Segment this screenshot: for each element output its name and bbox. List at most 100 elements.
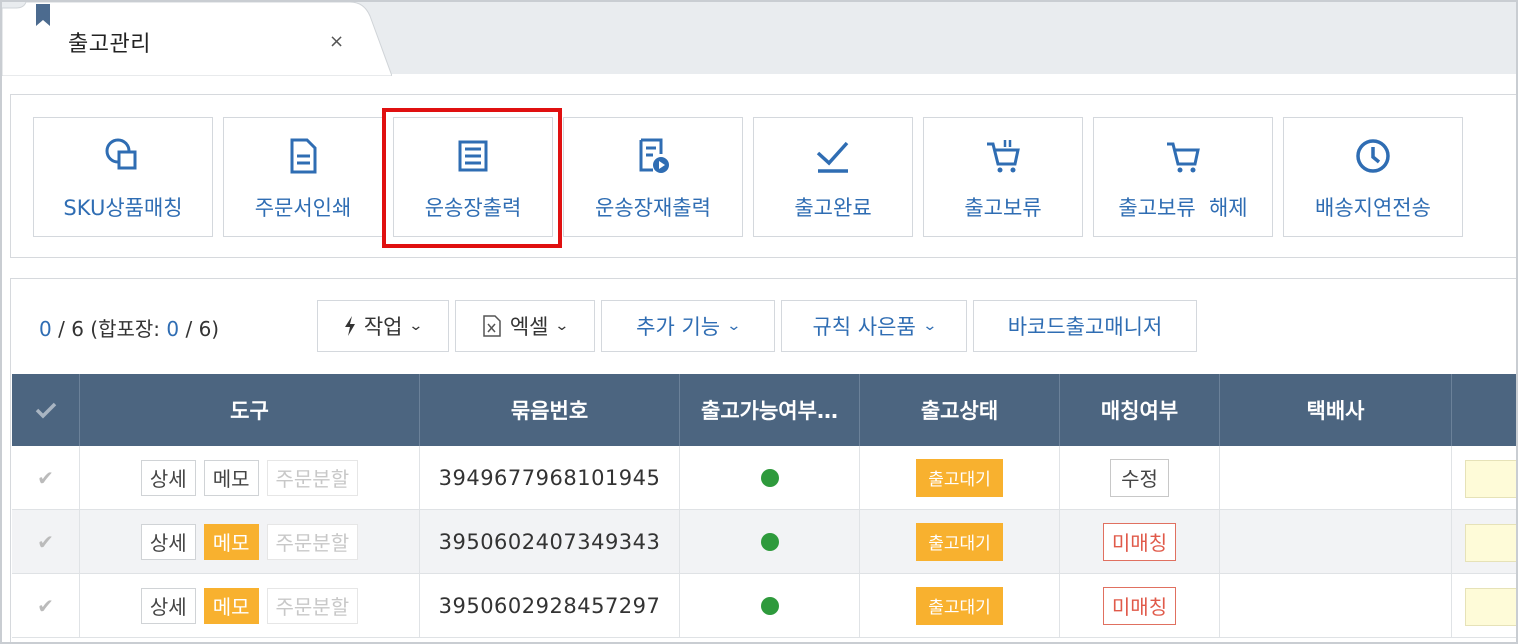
check-icon <box>816 141 849 173</box>
column-header-courier[interactable]: 택배사 <box>1220 374 1452 446</box>
status-badge: 출고대기 <box>916 586 1003 625</box>
checkmark-icon: ✔ <box>37 465 54 490</box>
lightning-icon <box>344 316 355 336</box>
bundle-number-cell: 3949677968101945 <box>420 446 680 509</box>
extra-features-label: 추가 기능 <box>636 315 721 339</box>
detail-button[interactable]: 상세 <box>140 523 196 560</box>
bundle-number: 3950602407349343 <box>438 529 661 554</box>
tab-title: 출고관리 <box>68 32 151 57</box>
bundle-number-cell: 3950602407349343 <box>420 510 680 573</box>
waybill-reprint-label: 운송장재출력 <box>595 196 711 220</box>
sku-match-icon <box>105 138 137 170</box>
shippable-cell <box>680 510 860 573</box>
courier-cell <box>1220 574 1452 637</box>
tab-outbound-management[interactable]: 출고관리 × <box>2 2 392 76</box>
extra-input[interactable] <box>1465 524 1516 562</box>
waybill-reprint-icon <box>639 138 669 173</box>
merge-selected-count: 0 <box>166 317 180 341</box>
rule-gift-dropdown-button[interactable]: 규칙 사은품 ⌄ <box>781 300 967 352</box>
split-order-button[interactable]: 주문분할 <box>266 587 359 624</box>
matching-cell: 수정 <box>1060 446 1220 509</box>
courier-cell <box>1220 446 1452 509</box>
total-count: 6 <box>71 317 84 341</box>
matching-cell: 미매칭 <box>1060 510 1220 573</box>
clock-icon <box>1356 139 1390 173</box>
extra-input[interactable] <box>1465 588 1516 626</box>
courier-cell <box>1220 510 1452 573</box>
unmatched-badge[interactable]: 미매칭 <box>1102 586 1177 625</box>
outbound-complete-label: 출고완료 <box>794 196 872 220</box>
outbound-hold-button[interactable]: 출고보류 <box>923 117 1083 237</box>
column-header-extra[interactable] <box>1452 374 1516 446</box>
merge-slash: / <box>179 317 199 341</box>
toolbar-panel: SKU상품매칭 주문서인쇄 운송장출력 운송장재출력 출고완료 출고보류 출고보… <box>10 94 1516 258</box>
checkmark-icon <box>35 402 56 419</box>
memo-button[interactable]: 메모 <box>203 523 259 560</box>
counter-slash: / <box>51 317 72 341</box>
memo-button[interactable]: 메모 <box>203 459 259 496</box>
row-checkbox[interactable]: ✔ <box>12 510 80 573</box>
column-header-bundle-number[interactable]: 묶음번호 <box>420 374 680 446</box>
row-checkbox[interactable]: ✔ <box>12 574 80 637</box>
bookmark-icon <box>36 4 50 26</box>
available-dot-icon <box>760 596 779 615</box>
barcode-manager-label: 바코드출고매니저 <box>1007 315 1163 339</box>
merge-total-count: 6) <box>198 317 220 341</box>
excel-dropdown-button[interactable]: 엑셀 ⌄ <box>455 300 595 352</box>
status-cell: 출고대기 <box>860 446 1060 509</box>
outbound-hold-release-button[interactable]: 출고보류 해제 <box>1093 117 1273 237</box>
bundle-number: 3950602928457297 <box>438 593 661 618</box>
waybill-reprint-button[interactable]: 운송장재출력 <box>563 117 743 237</box>
detail-button[interactable]: 상세 <box>140 459 196 496</box>
column-header-shippable[interactable]: 출고가능여부… <box>680 374 860 446</box>
table-row[interactable]: ✔ 상세 메모 주문분할 3950602928457297 출고대기 미매칭 <box>12 574 1516 638</box>
tab-strip: 출고관리 × <box>2 2 1516 76</box>
sku-match-label: SKU상품매칭 <box>63 196 183 220</box>
checkmark-icon: ✔ <box>37 593 54 618</box>
excel-file-icon <box>483 315 501 337</box>
sku-match-button[interactable]: SKU상품매칭 <box>33 117 213 237</box>
work-dropdown-button[interactable]: 작업 ⌄ <box>317 300 449 352</box>
order-print-button[interactable]: 주문서인쇄 <box>223 117 383 237</box>
outbound-complete-button[interactable]: 출고완료 <box>753 117 913 237</box>
shippable-cell <box>680 446 860 509</box>
waybill-print-label: 운송장출력 <box>424 196 522 220</box>
available-dot-icon <box>760 468 779 487</box>
bundle-number-cell: 3950602928457297 <box>420 574 680 637</box>
window-frame: 출고관리 × SKU상품매칭 주문서인쇄 운송장출력 운송장재출력 출고완료 출… <box>0 0 1518 644</box>
rule-gift-label: 규칙 사은품 <box>812 315 916 339</box>
split-order-button[interactable]: 주문분할 <box>266 459 359 496</box>
merge-prefix: (합포장: <box>83 317 167 341</box>
table-header: 도구 묶음번호 출고가능여부… 출고상태 매칭여부 택배사 <box>12 374 1516 446</box>
extra-input[interactable] <box>1465 460 1516 498</box>
split-order-button[interactable]: 주문분할 <box>266 523 359 560</box>
outbound-hold-label: 출고보류 <box>964 196 1042 220</box>
shippable-cell <box>680 574 860 637</box>
select-all-checkbox[interactable] <box>12 374 80 446</box>
delivery-delay-send-button[interactable]: 배송지연전송 <box>1283 117 1463 237</box>
row-checkbox[interactable]: ✔ <box>12 446 80 509</box>
memo-button[interactable]: 메모 <box>203 587 259 624</box>
cart-hold-icon <box>987 140 1020 173</box>
column-header-tools[interactable]: 도구 <box>80 374 420 446</box>
tools-cell: 상세 메모 주문분할 <box>80 446 420 509</box>
selected-count: 0 <box>39 317 52 341</box>
tab-close-icon[interactable]: × <box>329 32 344 52</box>
chevron-down-icon: ⌄ <box>726 318 742 334</box>
table-row[interactable]: ✔ 상세 메모 주문분할 3949677968101945 출고대기 수정 <box>12 446 1516 510</box>
barcode-manager-button[interactable]: 바코드출고매니저 <box>973 300 1197 352</box>
extra-features-dropdown-button[interactable]: 추가 기능 ⌄ <box>601 300 775 352</box>
unmatched-badge[interactable]: 미매칭 <box>1102 522 1177 561</box>
selection-counter: 0 / 6 (합포장: 0 / 6) <box>39 313 219 342</box>
column-header-matching[interactable]: 매칭여부 <box>1060 374 1220 446</box>
column-header-outbound-status[interactable]: 출고상태 <box>860 374 1060 446</box>
table-row[interactable]: ✔ 상세 메모 주문분할 3950602407349343 출고대기 미매칭 <box>12 510 1516 574</box>
bundle-number: 3949677968101945 <box>438 465 661 490</box>
detail-button[interactable]: 상세 <box>140 587 196 624</box>
waybill-print-button[interactable]: 운송장출력 <box>393 117 553 237</box>
order-print-label: 주문서인쇄 <box>254 196 352 220</box>
checkmark-icon: ✔ <box>37 529 54 554</box>
delivery-delay-send-label: 배송지연전송 <box>1315 196 1431 220</box>
document-icon <box>290 138 317 174</box>
edit-match-button[interactable]: 수정 <box>1110 458 1169 497</box>
